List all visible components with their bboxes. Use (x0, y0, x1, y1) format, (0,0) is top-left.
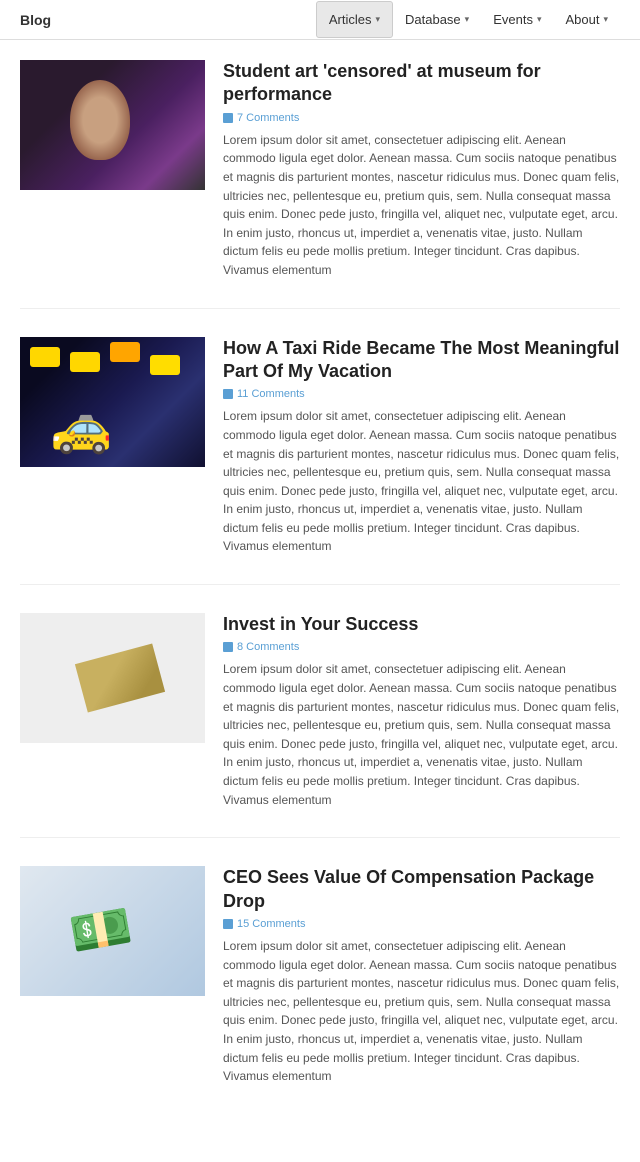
chevron-down-icon: ▾ (465, 14, 470, 25)
article-3-title[interactable]: Invest in Your Success (223, 613, 620, 636)
article-1-body: Lorem ipsum dolor sit amet, consectetuer… (223, 131, 620, 280)
chevron-down-icon: ▾ (537, 14, 542, 25)
article-1-title[interactable]: Student art 'censored' at museum for per… (223, 60, 620, 107)
comment-icon (223, 919, 233, 929)
nav-articles[interactable]: Articles ▾ (316, 1, 393, 38)
article-2-body: Lorem ipsum dolor sit amet, consectetuer… (223, 407, 620, 556)
site-logo: Blog (20, 12, 51, 28)
article-3-body: Lorem ipsum dolor sit amet, consectetuer… (223, 660, 620, 809)
article-3-image (20, 613, 205, 743)
article-4-title[interactable]: CEO Sees Value Of Compensation Package D… (223, 866, 620, 913)
article-2-content: How A Taxi Ride Became The Most Meaningf… (223, 337, 620, 557)
article-1-comments[interactable]: 7 Comments (223, 112, 620, 124)
article-3-content: Invest in Your Success 8 Comments Lorem … (223, 613, 620, 809)
article-1-content: Student art 'censored' at museum for per… (223, 60, 620, 280)
comment-icon (223, 113, 233, 123)
comment-icon (223, 642, 233, 652)
article-4-content: CEO Sees Value Of Compensation Package D… (223, 866, 620, 1086)
article-2-comments[interactable]: 11 Comments (223, 388, 620, 400)
chevron-down-icon: ▾ (603, 14, 608, 25)
article-3: Invest in Your Success 8 Comments Lorem … (20, 613, 620, 838)
article-3-comments[interactable]: 8 Comments (223, 641, 620, 653)
article-2-title[interactable]: How A Taxi Ride Became The Most Meaningf… (223, 337, 620, 384)
article-4: CEO Sees Value Of Compensation Package D… (20, 866, 620, 1114)
article-4-image (20, 866, 205, 996)
nav-database[interactable]: Database ▾ (393, 2, 481, 37)
article-4-comments[interactable]: 15 Comments (223, 918, 620, 930)
article-2: How A Taxi Ride Became The Most Meaningf… (20, 337, 620, 586)
article-1-image (20, 60, 205, 190)
nav-about[interactable]: About ▾ (553, 2, 620, 37)
main-content: Student art 'censored' at museum for per… (0, 40, 640, 1162)
article-2-image (20, 337, 205, 467)
comment-icon (223, 389, 233, 399)
article-4-body: Lorem ipsum dolor sit amet, consectetuer… (223, 937, 620, 1086)
chevron-down-icon: ▾ (375, 14, 380, 25)
article-1: Student art 'censored' at museum for per… (20, 60, 620, 309)
main-nav: Articles ▾ Database ▾ Events ▾ About ▾ (316, 1, 620, 38)
header: Blog Articles ▾ Database ▾ Events ▾ Abou… (0, 0, 640, 40)
nav-events[interactable]: Events ▾ (481, 2, 553, 37)
